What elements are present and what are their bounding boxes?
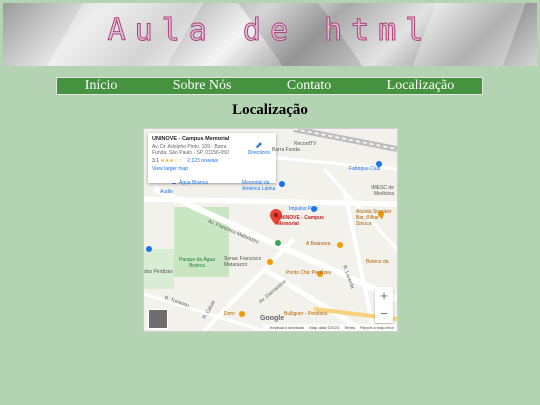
directions-icon: ⬈: [255, 140, 263, 150]
nav-link-inicio[interactable]: Início: [85, 78, 118, 94]
place-info-card: UNINOVE - Campus Memorial Av. Dr. Adolph…: [148, 133, 276, 183]
rating-value: 3.1: [152, 158, 159, 164]
map-label: Audio: [160, 189, 173, 195]
terms-link[interactable]: Terms: [344, 325, 355, 330]
map-data-label: Map data ©2023: [309, 325, 340, 330]
map-label: Ponto Chic Perdizes: [286, 270, 332, 276]
map-label: Parque da Água Branca: [178, 257, 216, 269]
poi-icon: [275, 240, 281, 246]
map-label: A Baianera: [306, 241, 331, 247]
place-rating: 3.1 ★★★☆☆ 2,123 reviews: [152, 158, 272, 164]
rating-stars-icon: ★★★☆☆: [160, 158, 183, 164]
directions-label: Directions: [247, 150, 270, 156]
street-view-thumbnail[interactable]: [148, 309, 168, 329]
poi-icon: [146, 246, 152, 252]
zoom-out-button[interactable]: −: [375, 305, 393, 323]
nav-link-sobre-nos[interactable]: Sobre Nós: [173, 78, 232, 94]
google-logo: Google: [260, 315, 285, 322]
map-label: dos Perdizes: [144, 269, 173, 275]
keyboard-shortcuts-link[interactable]: Keyboard shortcuts: [270, 325, 304, 330]
map-label: Memorial da América Latina: [242, 180, 276, 192]
map-label: Impulso Park: [289, 206, 319, 212]
zoom-in-button[interactable]: +: [375, 287, 393, 305]
map-label: Senac Francisco Matarazzo: [224, 256, 262, 268]
nav-link-contato[interactable]: Contato: [287, 78, 331, 94]
banner-title: Aula de html: [107, 13, 433, 49]
map-label: IMESC de Medicina: [371, 185, 394, 197]
map-label: Boteco da: [366, 259, 389, 265]
map-label: Atlanta Snooker Bar, Bilhar e Sinuca: [356, 209, 392, 227]
poi-icon: [337, 242, 343, 248]
embedded-map[interactable]: UNINOVE - Campus Memorial Av. Dr. Adolph…: [143, 128, 398, 332]
nav-link-localizacao[interactable]: Localização: [387, 78, 455, 94]
header-banner: Aula de html: [3, 3, 537, 66]
report-error-link[interactable]: Report a map error: [360, 325, 394, 330]
page-title: Localização: [232, 102, 308, 118]
view-larger-map-link[interactable]: View larger map: [152, 166, 272, 172]
map-attribution: Keyboard shortcuts Map data ©2023 Terms …: [262, 324, 397, 331]
map-label: Doro: [224, 311, 235, 317]
place-address: Av. Dr. Adolpho Pinto, 109 - Barra Funda…: [152, 144, 229, 156]
zoom-control: + −: [375, 287, 393, 323]
nav-bar: Início Sobre Nós Contato Localização: [56, 77, 483, 95]
directions-button[interactable]: ⬈ Directions: [247, 140, 270, 157]
reviews-link[interactable]: 2,123 reviews: [187, 158, 218, 164]
map-label: Barra Funda: [272, 147, 300, 153]
pin-label: UNINOVE - Campus Memorial: [277, 215, 324, 227]
map-label: Fabrique Club: [349, 166, 381, 172]
poi-icon: [239, 311, 245, 317]
map-label: Água Branca: [179, 180, 208, 186]
map-label: Bulliguer - Perdizes: [284, 311, 328, 317]
